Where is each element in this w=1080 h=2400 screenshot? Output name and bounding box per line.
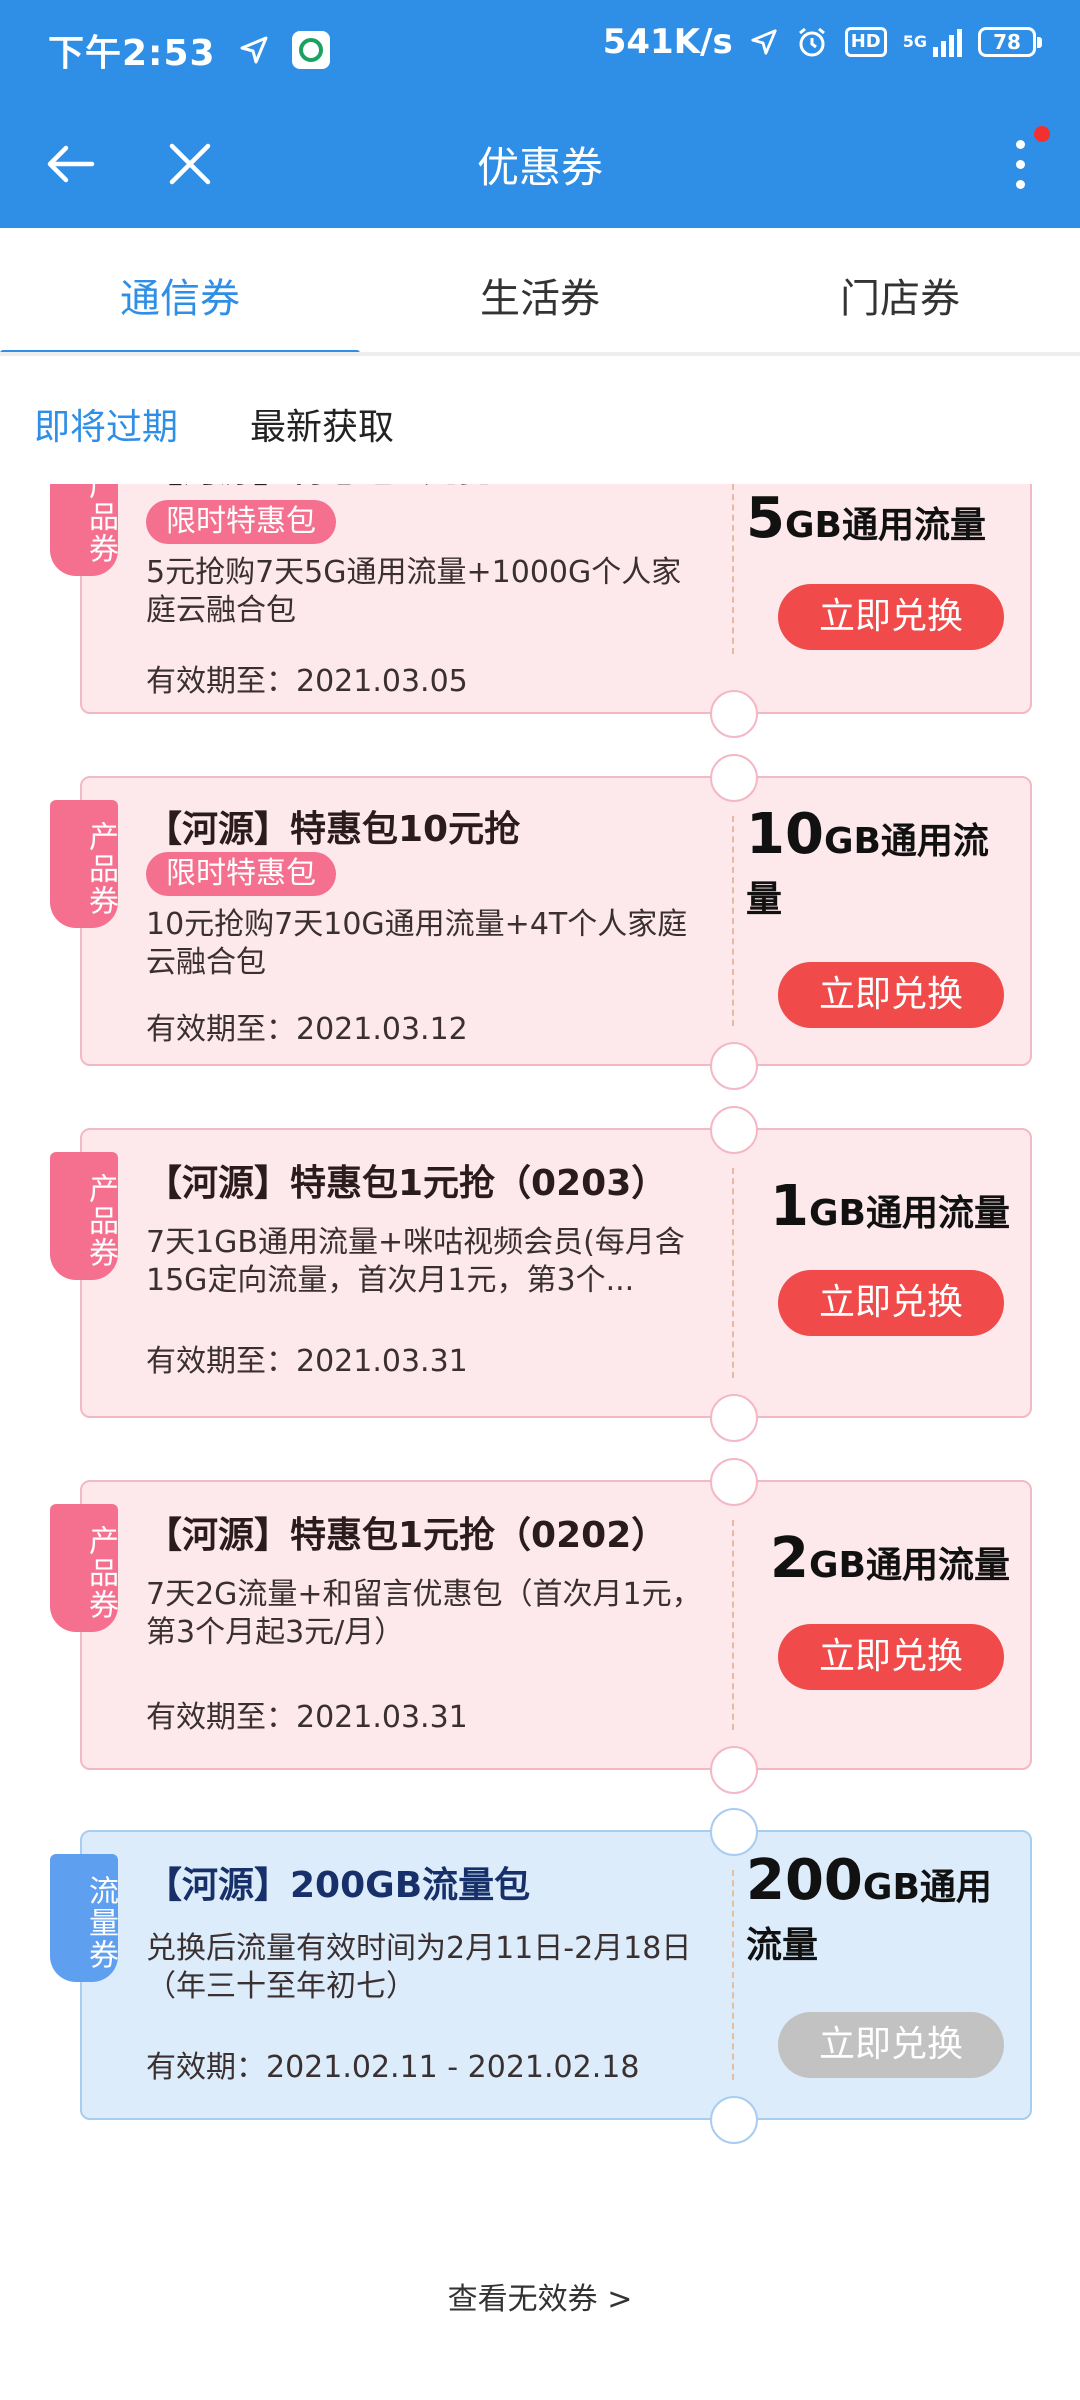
coupon-tag: 流量券 <box>50 1854 118 1982</box>
coupon-amount: 200GB通用流量 <box>746 1848 992 1967</box>
tab-store[interactable]: 门店券 <box>720 266 1080 324</box>
coupon-title: 【河源】特惠包5元抢 <box>146 484 495 492</box>
coupon-description: 5元抢购7天5G通用流量+1000G个人家庭云融合包 <box>146 555 682 628</box>
redeem-button[interactable]: 立即兑换 <box>778 1624 1004 1690</box>
coupon-validity: 有效期至：2021.03.05 <box>146 664 468 699</box>
coupon-list[interactable]: 产品券 【河源】特惠包5元抢 限时特惠包 5元抢购7天5G通用流量+1000G个… <box>0 484 1080 2274</box>
coupon-validity: 有效期：2021.02.11 - 2021.02.18 <box>146 2050 640 2085</box>
redeem-button[interactable]: 立即兑换 <box>778 1270 1004 1336</box>
coupon-title: 【河源】特惠包1元抢（0202） <box>146 1515 668 1556</box>
coupon-badge: 限时特惠包 <box>146 852 336 896</box>
sort-tabs: 即将过期 最新获取 <box>0 356 1080 484</box>
coupon-tag: 产品券 <box>50 1504 118 1632</box>
tab-life[interactable]: 生活券 <box>360 266 720 324</box>
coupon-tag: 产品券 <box>50 1152 118 1280</box>
coupon-card: 产品券 【河源】特惠包1元抢（0203） 7天1GB通用流量+咪咕视频会员(每月… <box>50 1106 1032 1442</box>
coupon-validity: 有效期至：2021.03.12 <box>146 1012 468 1047</box>
hd-voice-icon: HD <box>844 27 887 57</box>
coupon-title: 【河源】200GB流量包 <box>146 1865 531 1906</box>
coupon-tag: 产品券 <box>50 484 118 576</box>
coupon-title: 【河源】特惠包1元抢（0203） <box>146 1163 668 1204</box>
signal-icon <box>933 27 962 57</box>
coupon-description: 7天1GB通用流量+咪咕视频会员(每月含15G定向流量，首次月1元，第3个... <box>146 1225 685 1298</box>
location-arrow-icon <box>751 29 777 55</box>
tab-communication[interactable]: 通信券 <box>0 266 360 324</box>
view-invalid-link[interactable]: 查看无效券 > <box>0 2274 1080 2318</box>
coupon-description: 兑换后流量有效时间为2月11日-2月18日（年三十至年初七） <box>146 1931 692 2004</box>
coupon-amount: 1GB通用流量 <box>770 1174 1010 1239</box>
coupon-description: 7天2G流量+和留言优惠包（首次月1元，第3个月起3元/月） <box>146 1577 702 1650</box>
coupon-card: 产品券 【河源】特惠包1元抢（0202） 7天2G流量+和留言优惠包（首次月1元… <box>50 1458 1032 1794</box>
status-time: 下午2:53 <box>48 33 216 74</box>
china-mobile-icon <box>291 31 330 69</box>
app-header: 优惠券 <box>0 96 1080 228</box>
network-type: 5G <box>902 32 927 51</box>
coupon-title: 【河源】特惠包10元抢 <box>146 809 521 850</box>
category-tabs: 通信券 生活券 门店券 <box>0 228 1080 356</box>
coupon-description: 10元抢购7天10G通用流量+4T个人家庭云融合包 <box>146 907 688 980</box>
battery-icon: 78 <box>978 27 1042 57</box>
redeem-button[interactable]: 立即兑换 <box>778 584 1004 650</box>
status-bar: 下午2:53 541K/s HD 5G 78 <box>0 0 1080 96</box>
page-title: 优惠券 <box>476 143 603 192</box>
coupon-amount: 5GB通用流量 <box>746 486 986 551</box>
alarm-icon <box>798 27 825 57</box>
coupon-card: 产品券 【河源】特惠包5元抢 限时特惠包 5元抢购7天5G通用流量+1000G个… <box>50 484 1032 738</box>
coupon-card: 产品券 【河源】特惠包10元抢 限时特惠包 10元抢购7天10G通用流量+4T个… <box>50 754 1032 1090</box>
subtab-latest[interactable]: 最新获取 <box>250 398 394 450</box>
network-speed: 541K/s <box>602 22 733 62</box>
location-arrow-icon <box>240 36 268 64</box>
subtab-expiring[interactable]: 即将过期 <box>34 398 178 450</box>
redeem-button-disabled: 立即兑换 <box>778 2012 1004 2078</box>
coupon-validity: 有效期至：2021.03.31 <box>146 1344 468 1379</box>
coupon-card: 流量券 【河源】200GB流量包 兑换后流量有效时间为2月11日-2月18日（年… <box>50 1808 1032 2144</box>
coupon-badge: 限时特惠包 <box>146 500 336 544</box>
coupon-amount: 10GB通用流量 <box>746 802 989 921</box>
notification-dot <box>1034 126 1050 142</box>
coupon-tag: 产品券 <box>50 800 118 928</box>
coupon-amount: 2GB通用流量 <box>770 1526 1010 1591</box>
coupon-validity: 有效期至：2021.03.31 <box>146 1700 468 1735</box>
battery-level: 78 <box>993 30 1021 54</box>
redeem-button[interactable]: 立即兑换 <box>778 962 1004 1028</box>
